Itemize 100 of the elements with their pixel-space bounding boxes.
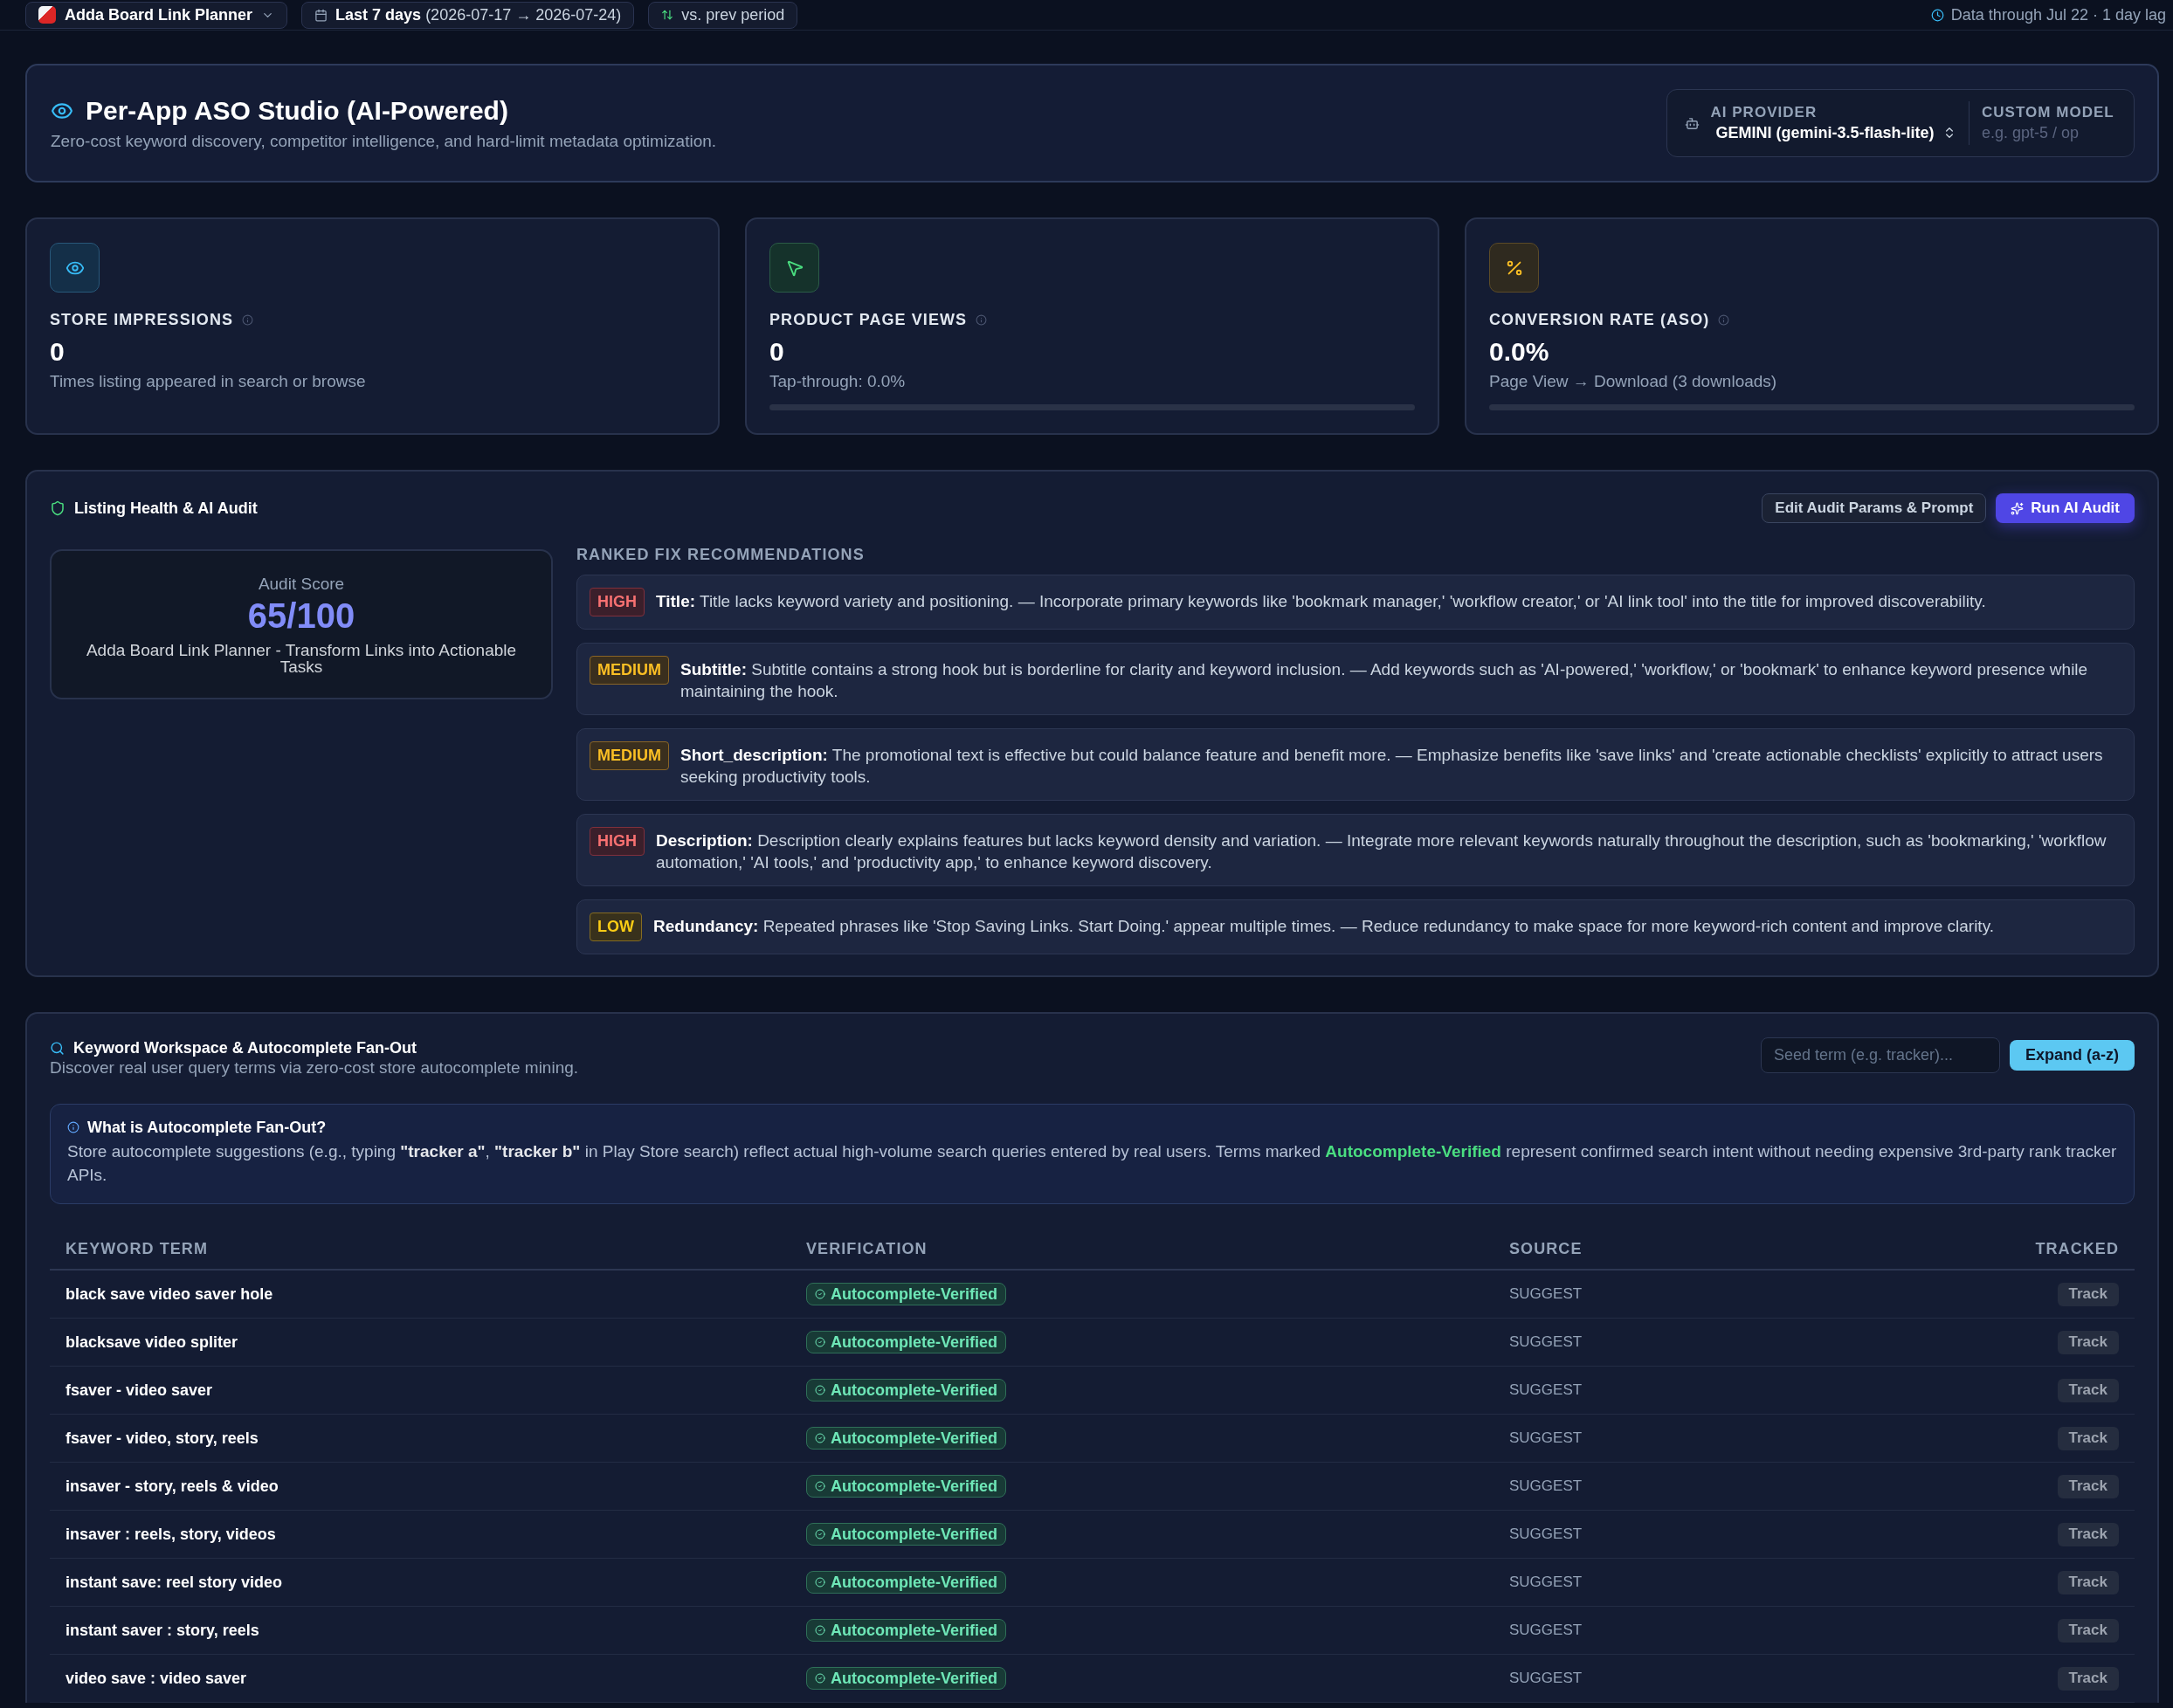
comparison-toggle[interactable]: vs. prev period [648,1,798,29]
verified-badge: Autocomplete-Verified [806,1427,1007,1450]
check-circle-icon [815,1481,825,1491]
info-text: Store autocomplete suggestions (e.g., typing "tracker a", "tracker b" in Play Store search) reflect actual high-volume search queries entered by real users. Terms marked Autocomplete-Verified represent confirmed search intent without needing expensive 3rd-party rank tracker APIs. [67,1141,2117,1186]
source-text: SUGGEST [1509,1284,1583,1305]
verified-badge: Autocomplete-Verified [806,1619,1007,1642]
track-button[interactable]: Track [2057,1618,2119,1643]
recommendation-text: Redundancy: Repeated phrases like 'Stop Saving Links. Start Doing.' appear multiple times. — Reduce redundancy to make space for more keyword-rich content and improve clarity. [653,916,1994,937]
stat-label: CONVERSION RATE (ASO) [1489,310,1710,329]
score-value: 65/100 [247,596,355,635]
stat-caption: Tap-through: 0.0% [769,372,907,391]
source-text: SUGGEST [1509,1669,1583,1689]
percent-icon [1489,243,1539,293]
stat-caption: Times listing appeared in search or browse [50,372,367,391]
verified-badge: Autocomplete-Verified [806,1379,1007,1402]
column-header: TRACKED [2035,1238,2119,1259]
info-icon [1718,313,1730,326]
keyword-term: fsaver - video saver [66,1380,213,1401]
severity-badge: HIGH [590,588,645,616]
calendar-icon [314,8,328,22]
stat-value: 0.0% [1489,337,1550,367]
keyword-term: instant saver : story, reels [66,1620,259,1641]
section-subtitle: Discover real user query terms via zero-cost store autocomplete mining. [50,1058,579,1078]
stat-value: 0 [769,337,785,367]
edit-audit-button[interactable]: Edit Audit Params & Prompt [1762,493,1987,523]
keyword-term: blacksave video spliter [66,1332,238,1353]
track-button[interactable]: Track [2057,1522,2119,1546]
run-audit-button[interactable]: Run AI Audit [1996,493,2135,523]
recommendation-text: Subtitle: Subtitle contains a strong hook but is borderline for clarity and keyword inclusion. — Add keywords such as 'AI-powered,' 'workflow,' or 'bookmark' to enhance keyword presence while maintaining the hook. [680,659,2089,702]
check-circle-icon [815,1529,825,1539]
track-button[interactable]: Track [2057,1570,2119,1594]
data-status: Data through Jul 22 · 1 day lag [1950,4,2166,25]
severity-badge: LOW [590,913,642,941]
verified-badge: Autocomplete-Verified [806,1667,1007,1690]
track-button[interactable]: Track [2057,1282,2119,1306]
source-text: SUGGEST [1509,1573,1583,1593]
check-circle-icon [815,1385,825,1395]
recommendation-text: Title: Title lacks keyword variety and positioning. — Incorporate primary keywords like 'bookmark manager,' 'workflow creator,' or 'AI link tool' into the title for improved discoverability. [656,591,1986,612]
stat-label: PRODUCT PAGE VIEWS [769,310,968,329]
source-text: SUGGEST [1509,1333,1583,1353]
track-button[interactable]: Track [2057,1378,2119,1402]
column-header: SOURCE [1509,1238,1583,1259]
source-text: SUGGEST [1509,1621,1583,1641]
info-icon [242,313,254,326]
app-name: Adda Board Link Planner - Transform Links into Actionable Tasks [85,642,518,675]
seed-term-field[interactable]: Seed term (e.g. tracker)... [1761,1037,2000,1073]
expand-button[interactable]: Expand (a-z) [2010,1040,2135,1071]
source-text: SUGGEST [1509,1477,1583,1497]
severity-badge: HIGH [590,827,645,856]
search-icon [50,1040,65,1056]
column-header: VERIFICATION [806,1238,928,1259]
source-text: SUGGEST [1509,1429,1583,1449]
check-circle-icon [815,1289,825,1299]
keyword-term: instant save: reel story video [66,1572,283,1593]
stat-label: STORE IMPRESSIONS [50,310,234,329]
severity-badge: MEDIUM [590,741,669,770]
keyword-term: black save video saver hole [66,1284,273,1305]
recommendations-heading: RANKED FIX RECOMMENDATIONS [576,545,866,564]
column-header: KEYWORD TERM [66,1238,208,1259]
custom-model-label: CUSTOM MODEL [1982,102,2115,122]
check-circle-icon [815,1337,825,1347]
source-text: SUGGEST [1509,1525,1583,1545]
page-title: Per-App ASO Studio (AI-Powered) [86,94,508,127]
robot-icon [1685,115,1700,131]
stat-value: 0 [50,337,66,367]
verified-badge: Autocomplete-Verified [806,1571,1007,1594]
score-label: Audit Score [258,574,345,595]
cursor-icon [769,243,819,293]
check-circle-icon [815,1433,825,1443]
stat-caption: Page View → Download (3 downloads) [1489,372,1778,391]
keyword-term: insaver - story, reels & video [66,1476,279,1497]
date-range-selector[interactable]: Last 7 days (2026-07-17 → 2026-07-24) [301,1,635,29]
source-text: SUGGEST [1509,1381,1583,1401]
keyword-term: video save : video saver [66,1668,247,1689]
severity-badge: MEDIUM [590,656,669,685]
track-button[interactable]: Track [2057,1666,2119,1691]
info-icon [67,1121,79,1133]
recommendation-text: Description: Description clearly explains features but lacks keyword density and variation. — Integrate more relevant keywords naturally throughout the description, such as 'bookmarking,' 'workflow automation,' 'AI tools,' and 'productivity app,' to enhance keyword discovery. [656,830,2107,873]
page-subtitle: Zero-cost keyword discovery, competitor intelligence, and hard-limit metadata optimization. [51,130,717,152]
shield-icon [50,500,66,516]
track-button[interactable]: Track [2057,1426,2119,1450]
check-circle-icon [815,1625,825,1636]
app-selector[interactable]: Adda Board Link Planner [25,1,288,29]
track-button[interactable]: Track [2057,1330,2119,1354]
arrows-icon [661,9,674,21]
check-circle-icon [815,1673,825,1684]
custom-model-field[interactable]: e.g. gpt-5 / op [1982,121,2121,144]
verified-badge: Autocomplete-Verified [806,1283,1007,1305]
info-title: What is Autocomplete Fan-Out? [87,1118,327,1138]
section-title: Listing Health & AI Audit [74,498,258,519]
keyword-term: insaver : reels, story, videos [66,1524,276,1545]
app-icon [38,6,56,24]
track-button[interactable]: Track [2057,1474,2119,1498]
keyword-term: fsaver - video, story, reels [66,1428,259,1449]
ai-provider-select[interactable]: GEMINI (gemini-3.5-flash-lite) [1715,121,1956,144]
info-icon [976,313,988,326]
recommendation-text: Short_description: The promotional text is effective but could balance feature and benefit more. — Emphasize benefits like 'save links' and 'create actionable checklists' explicitly to attract users seeking productivity tools. [680,745,2104,788]
check-circle-icon [815,1577,825,1587]
ai-provider-label: AI PROVIDER [1710,102,1818,122]
eye-icon [50,243,100,293]
